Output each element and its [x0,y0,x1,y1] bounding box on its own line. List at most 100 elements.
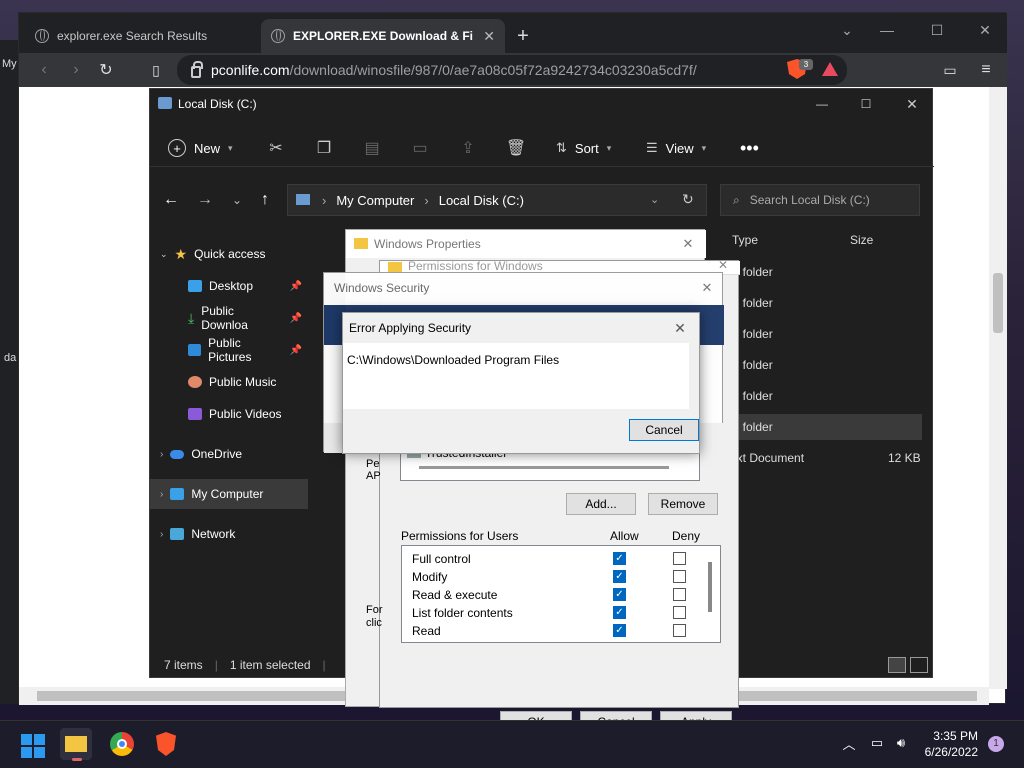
view-button[interactable]: ☰ View ▾ [646,135,706,161]
recent-chevron-icon[interactable]: ⌄ [226,189,248,211]
sort-label: Sort [574,140,599,156]
add-button[interactable]: Add... [566,493,636,515]
scroll-thumb[interactable] [993,273,1003,333]
details-view-icon[interactable] [888,657,906,673]
allow-checkbox[interactable]: ✓ [613,606,626,619]
allow-checkbox[interactable]: ✓ [613,570,626,583]
up-icon[interactable]: ↑ [254,189,276,211]
close-icon[interactable]: ✕ [718,261,728,272]
nav-network[interactable]: › Network [150,519,308,549]
allow-checkbox[interactable]: ✓ [613,552,626,565]
nav-public-downloads[interactable]: ⤓ Public Downloa 📌 [150,303,308,333]
file-row[interactable]: le folder [730,321,922,347]
breadcrumb-current[interactable]: Local Disk (C:) [439,193,524,208]
more-options-icon[interactable]: ••• [740,135,759,161]
minimize-button[interactable]: — [869,17,905,43]
new-button[interactable]: + New ▾ [168,135,233,161]
menu-icon[interactable]: ≡ [975,59,997,81]
forward-icon[interactable]: → [194,189,216,211]
delete-icon[interactable]: 🗑 [502,135,530,161]
close-icon[interactable]: ✕ [671,319,689,337]
nav-public-pictures[interactable]: Public Pictures 📌 [150,335,308,365]
nav-label: Network [191,527,236,541]
breadcrumb[interactable]: › My Computer › Local Disk (C:) ⌄ ↻ [287,184,707,216]
nav-public-music[interactable]: Public Music [150,367,308,397]
allow-checkbox[interactable]: ✓ [613,624,626,637]
tab-explorer-download[interactable]: EXPLORER.EXE Download & Fix F ✕ [261,19,505,53]
nav-label: Quick access [194,247,266,261]
file-row[interactable]: le folder [730,352,922,378]
reload-icon[interactable]: ↻ [95,59,117,81]
allow-checkbox[interactable]: ✓ [613,588,626,601]
copy-icon[interactable]: ❐ [310,135,338,161]
column-size[interactable]: Size [850,233,873,247]
file-row[interactable]: le folder [730,259,922,285]
notification-badge[interactable]: 1 [988,736,1004,752]
cut-icon[interactable]: ✂ [262,135,290,161]
nav-desktop[interactable]: Desktop 📌 [150,271,308,301]
file-row[interactable]: le folder [730,414,922,440]
chevron-down-icon[interactable]: ⌄ [650,193,659,206]
file-type: ext Document [730,451,805,465]
breadcrumb-root[interactable]: My Computer [336,193,414,208]
close-button[interactable]: ✕ [900,93,924,115]
list-scrollbar[interactable] [708,562,712,612]
file-explorer-taskbar-icon[interactable] [60,728,92,761]
folder-icon [388,262,402,272]
maximize-button[interactable]: ☐ [919,17,955,43]
explorer-title: Local Disk (C:) [178,97,257,111]
maximize-button[interactable]: ☐ [854,93,878,115]
column-type[interactable]: Type [732,233,758,247]
tab-search-results[interactable]: explorer.exe Search Results [25,19,255,53]
network-icon[interactable]: ▭ [868,734,886,752]
wallet-icon[interactable]: ▭ [939,59,961,81]
share-icon[interactable]: ⇪ [454,135,482,161]
pin-icon: 📌 [289,312,302,324]
close-button[interactable]: ✕ [967,17,1003,43]
deny-checkbox[interactable] [673,588,686,601]
nav-my-computer[interactable]: › My Computer [150,479,308,509]
chevron-up-icon[interactable]: ︿ [840,734,858,752]
nav-quick-access[interactable]: ⌄ ★ Quick access [150,239,308,269]
column-headers: Type Size [730,229,930,251]
brave-icon[interactable] [150,728,182,760]
back-icon[interactable]: ← [160,189,182,211]
address-bar[interactable]: pconlife.com/download/winosfile/987/0/ae… [177,55,847,85]
refresh-icon[interactable]: ↻ [682,191,694,208]
close-icon[interactable]: ✕ [678,234,698,254]
tiles-view-icon[interactable] [910,657,928,673]
brave-rewards-icon[interactable] [822,62,838,76]
vertical-scrollbar[interactable] [989,87,1007,689]
rename-icon[interactable]: ▭ [406,135,434,161]
nav-public-videos[interactable]: Public Videos [150,399,308,429]
cancel-button[interactable]: Cancel [629,419,699,441]
sort-button[interactable]: ⇅ Sort ▾ [556,135,611,161]
deny-checkbox[interactable] [673,606,686,619]
new-tab-button[interactable]: + [509,23,537,49]
chrome-icon[interactable] [106,728,138,760]
remove-button[interactable]: Remove [648,493,718,515]
start-icon[interactable] [18,728,50,760]
tab-search-chevron-icon[interactable]: ⌄ [829,17,865,43]
file-row[interactable]: le folder [730,290,922,316]
clock[interactable]: 3:35 PM 6/26/2022 [908,728,978,760]
text-fragment: clic [366,617,382,629]
list-scrollbar[interactable] [419,466,669,469]
bookmark-icon[interactable]: ▯ [145,59,167,81]
minimize-button[interactable]: — [810,93,834,115]
back-icon[interactable]: ‹ [33,59,55,81]
item-count: 7 items [164,658,203,672]
deny-checkbox[interactable] [673,552,686,565]
file-row[interactable]: le folder [730,383,922,409]
deny-checkbox[interactable] [673,570,686,583]
search-input[interactable]: ⌕ Search Local Disk (C:) [720,184,920,216]
close-icon[interactable]: ✕ [698,279,716,297]
paste-icon[interactable]: ▤ [358,135,386,161]
permission-label: Read & execute [412,588,498,602]
tab-label: EXPLORER.EXE Download & Fix F [293,29,473,43]
forward-icon[interactable]: › [65,59,87,81]
deny-checkbox[interactable] [673,624,686,637]
close-tab-icon[interactable]: ✕ [483,28,495,45]
file-row[interactable]: ext Document 12 KB [730,445,922,471]
nav-onedrive[interactable]: › OneDrive [150,439,308,469]
